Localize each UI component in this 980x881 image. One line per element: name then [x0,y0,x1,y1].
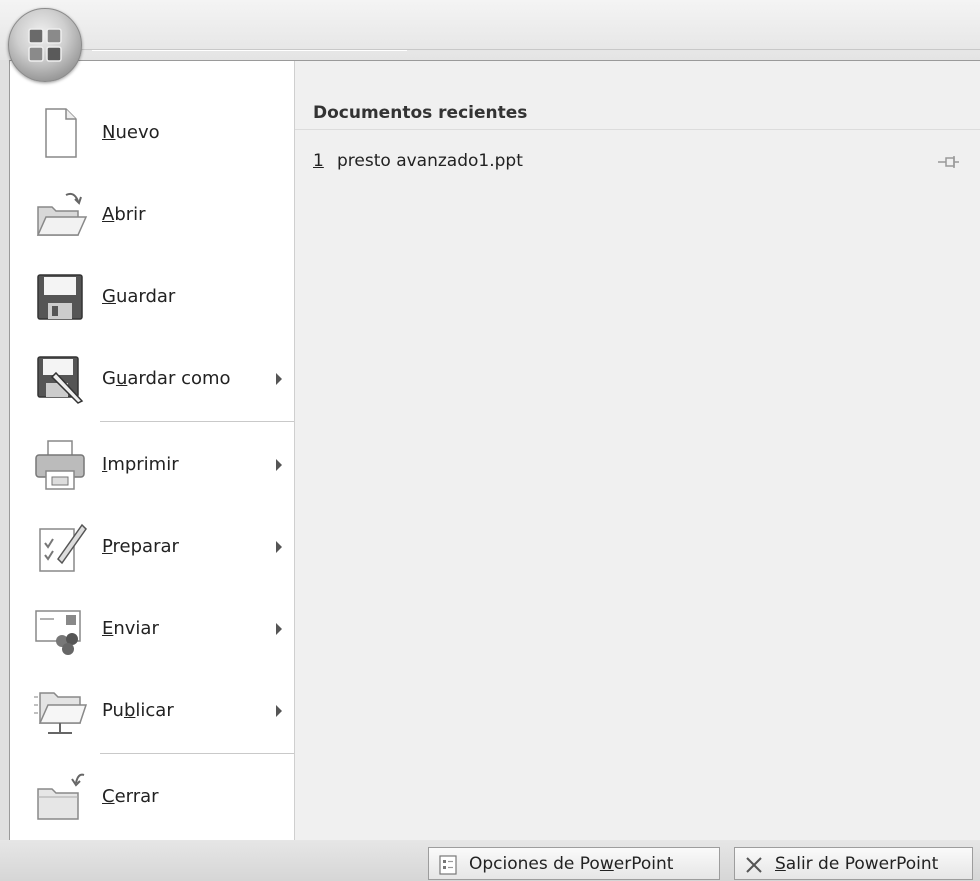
open-folder-icon [36,192,88,236]
options-icon [439,855,457,875]
recent-document-name: presto avanzado1.ppt [337,151,523,171]
menu-item-publicar[interactable]: Publicar [22,673,294,749]
printer-icon [35,440,85,490]
menu-commands: Nuevo Abrir Guardar Guardar como Imprimi… [10,85,294,841]
menu-item-guardar[interactable]: Guardar [22,259,294,335]
menu-item-label: Cerrar [102,786,159,807]
menu-item-label: Imprimir [102,454,179,475]
menu-item-label: Guardar como [102,368,231,389]
menu-item-nuevo[interactable]: Nuevo [22,95,294,171]
recent-document-number: 1 [313,151,324,171]
publish-icon [34,692,88,734]
menu-item-preparar[interactable]: Preparar [22,509,294,585]
recent-documents-header: Documentos recientes [295,61,980,130]
save-disk-icon [37,274,83,320]
pin-icon[interactable] [938,155,960,169]
office-button[interactable] [8,8,82,82]
menu-item-label: Preparar [102,536,179,557]
menu-item-label: Publicar [102,700,174,721]
submenu-arrow-icon [276,623,282,635]
close-x-icon [746,857,762,873]
office-logo-icon [28,28,62,62]
menu-item-label: Abrir [102,204,146,225]
submenu-arrow-icon [276,459,282,471]
submenu-arrow-icon [276,705,282,717]
recent-documents-panel: Documentos recientes 1 presto avanzado1.… [295,61,980,841]
menu-item-imprimir[interactable]: Imprimir [22,427,294,503]
powerpoint-options-button[interactable]: Opciones de PowerPoint [428,847,720,880]
prepare-document-icon [39,523,87,572]
send-icon [35,610,81,655]
menu-shadow [0,60,9,840]
quick-access-toolbar [92,50,407,51]
menu-item-enviar[interactable]: Enviar [22,591,294,667]
exit-label: Salir de PowerPoint [775,854,939,874]
recent-document-item[interactable]: 1 presto avanzado1.ppt [295,147,980,177]
exit-powerpoint-button[interactable]: Salir de PowerPoint [734,847,973,880]
close-folder-icon [37,773,85,820]
menu-item-guardar-como[interactable]: Guardar como [22,341,294,417]
menu-item-label: Nuevo [102,122,160,143]
menu-item-label: Enviar [102,618,159,639]
menu-footer: Opciones de PowerPoint Salir de PowerPoi… [0,840,980,881]
submenu-arrow-icon [276,541,282,553]
options-label: Opciones de PowerPoint [469,854,674,874]
menu-separator [100,421,294,422]
menu-item-label: Guardar [102,286,176,307]
title-bar [0,0,980,60]
ribbon-divider [75,49,980,50]
header-divider [295,129,980,130]
submenu-arrow-icon [276,373,282,385]
save-as-icon [37,356,84,404]
new-document-icon [45,108,77,158]
menu-separator [100,753,294,754]
office-menu: Nuevo Abrir Guardar Guardar como Imprimi… [9,60,980,842]
menu-item-cerrar[interactable]: Cerrar [22,759,294,835]
recent-documents-title: Documentos recientes [313,103,528,123]
menu-item-abrir[interactable]: Abrir [22,177,294,253]
